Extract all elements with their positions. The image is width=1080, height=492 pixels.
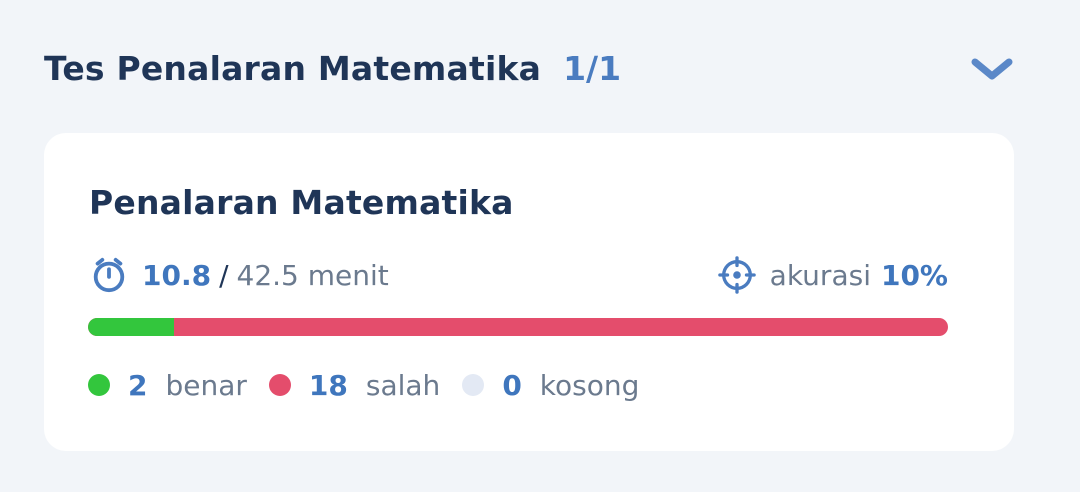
section-count: 1/1 [563, 48, 622, 88]
legend-correct: 2 benar [88, 369, 247, 402]
correct-label: benar [165, 368, 247, 402]
subtest-title: Penalaran Matematika [89, 183, 514, 222]
accuracy-value: 10% [880, 258, 948, 292]
legend-empty: 0 kosong [462, 369, 639, 402]
empty-label: kosong [539, 368, 640, 402]
correct-count: 2 [128, 368, 148, 402]
accuracy-info: akurasi 10% [717, 253, 948, 297]
section-title: Tes Penalaran Matematika [44, 48, 542, 88]
score-progress-bar [88, 318, 948, 336]
time-used: 10.8 [142, 258, 212, 292]
empty-dot [462, 374, 485, 396]
time-total: 42.5 menit [236, 258, 389, 292]
chevron-down-icon [971, 58, 1013, 80]
empty-count: 0 [502, 368, 522, 402]
wrong-count: 18 [308, 368, 348, 402]
stopwatch-icon [93, 257, 125, 293]
accuracy-label: akurasi [769, 258, 871, 292]
subtest-card[interactable]: Penalaran Matematika 10.8 / 42.5 menit a… [44, 133, 1014, 451]
time-info: 10.8 / 42.5 menit [90, 253, 389, 297]
wrong-dot [268, 374, 291, 396]
section-header[interactable]: Tes Penalaran Matematika 1/1 [44, 42, 1034, 94]
progress-correct-fill [88, 318, 174, 336]
wrong-label: salah [365, 368, 441, 402]
correct-dot [88, 374, 110, 396]
legend-wrong: 18 salah [268, 368, 441, 402]
collapse-button[interactable] [968, 50, 1016, 86]
target-icon [717, 256, 756, 294]
answer-legend: 2 benar 18 salah 0 kosong [88, 363, 661, 407]
time-separator: / [219, 258, 229, 292]
